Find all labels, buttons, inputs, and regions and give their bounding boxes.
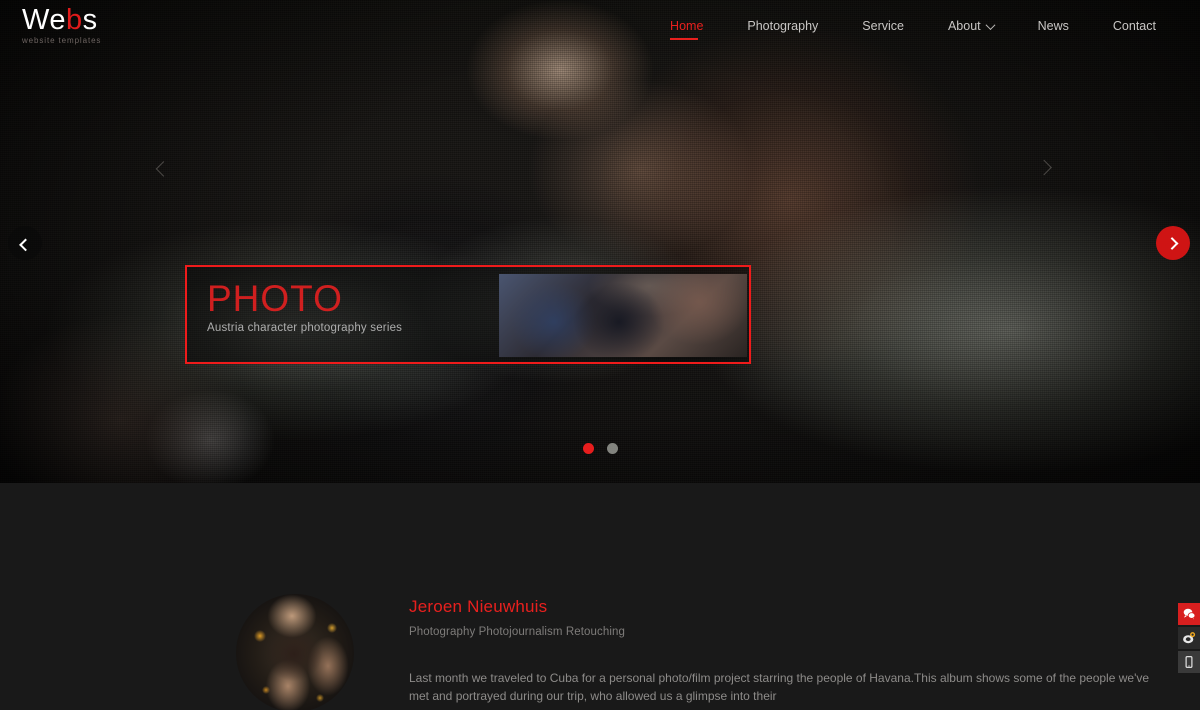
nav-label-contact: Contact	[1112, 19, 1156, 33]
logo-text-accent: b	[65, 4, 83, 36]
nav-item-about[interactable]: About	[926, 19, 1016, 33]
site-logo[interactable]: Webs website templates	[22, 6, 101, 45]
testimonial-body: Jeroen Nieuwhuis Photography Photojourna…	[409, 597, 1149, 705]
nav-item-news[interactable]: News	[1016, 19, 1091, 33]
nav-label-photography: Photography	[747, 19, 819, 33]
weibo-icon	[1183, 632, 1196, 644]
side-button-qq[interactable]	[1178, 603, 1200, 625]
page-root: Webs website templates Home Photography …	[0, 0, 1200, 710]
nav-label-service: Service	[862, 19, 904, 33]
hero-background-image	[0, 0, 1200, 483]
side-button-mobile[interactable]	[1178, 651, 1200, 673]
hero-caption-title: PHOTO	[207, 278, 343, 319]
hero-caption-subtitle: Austria character photography series	[207, 322, 403, 334]
hero-caption-thumbnail	[499, 274, 747, 357]
qq-icon	[1183, 608, 1196, 621]
chevron-down-icon	[985, 19, 996, 30]
hero-caption-text: PHOTO Austria character photography seri…	[207, 280, 402, 334]
nav-item-contact[interactable]: Contact	[1091, 19, 1178, 33]
testimonial-role: Photography Photojournalism Retouching	[409, 625, 626, 638]
hero-slider	[0, 0, 1200, 483]
logo-text-we: We	[22, 4, 66, 36]
hero-prev-button[interactable]	[8, 226, 42, 260]
hero-caption-card[interactable]: PHOTO Austria character photography seri…	[185, 265, 751, 364]
hero-dot-1[interactable]	[582, 443, 594, 454]
chevron-right-icon	[1165, 236, 1178, 250]
nav-item-photography[interactable]: Photography	[725, 19, 840, 33]
hero-caption-inner: PHOTO Austria character photography seri…	[187, 267, 749, 362]
nav-label-news: News	[1037, 19, 1069, 33]
site-header: Webs website templates Home Photography …	[0, 0, 1200, 54]
floating-side-toolbar	[1178, 603, 1200, 675]
mobile-icon	[1185, 656, 1193, 668]
main-navigation: Home Photography Service About News Cont…	[648, 19, 1178, 40]
testimonial-prev-button[interactable]	[148, 152, 178, 182]
logo-tagline: website templates	[22, 36, 102, 45]
nav-label-home: Home	[670, 19, 704, 33]
avatar	[236, 594, 354, 710]
chevron-left-icon	[18, 238, 32, 251]
hero-dot-2[interactable]	[606, 443, 618, 454]
chevron-right-icon	[1035, 159, 1052, 175]
testimonial-text: Last month we traveled to Cuba for a per…	[409, 670, 1150, 703]
logo-wordmark: Webs	[22, 6, 101, 35]
hero-next-button[interactable]	[1156, 226, 1190, 260]
hero-slide-indicators	[0, 443, 1200, 454]
side-button-weibo[interactable]	[1178, 627, 1200, 649]
testimonial-next-button[interactable]	[1030, 152, 1060, 182]
nav-item-home[interactable]: Home	[648, 19, 725, 40]
chevron-left-icon	[155, 160, 171, 177]
nav-item-service[interactable]: Service	[840, 19, 926, 33]
nav-label-about: About	[947, 19, 981, 33]
logo-text-s: s	[82, 4, 98, 36]
testimonial-name: Jeroen Nieuwhuis	[409, 597, 548, 616]
